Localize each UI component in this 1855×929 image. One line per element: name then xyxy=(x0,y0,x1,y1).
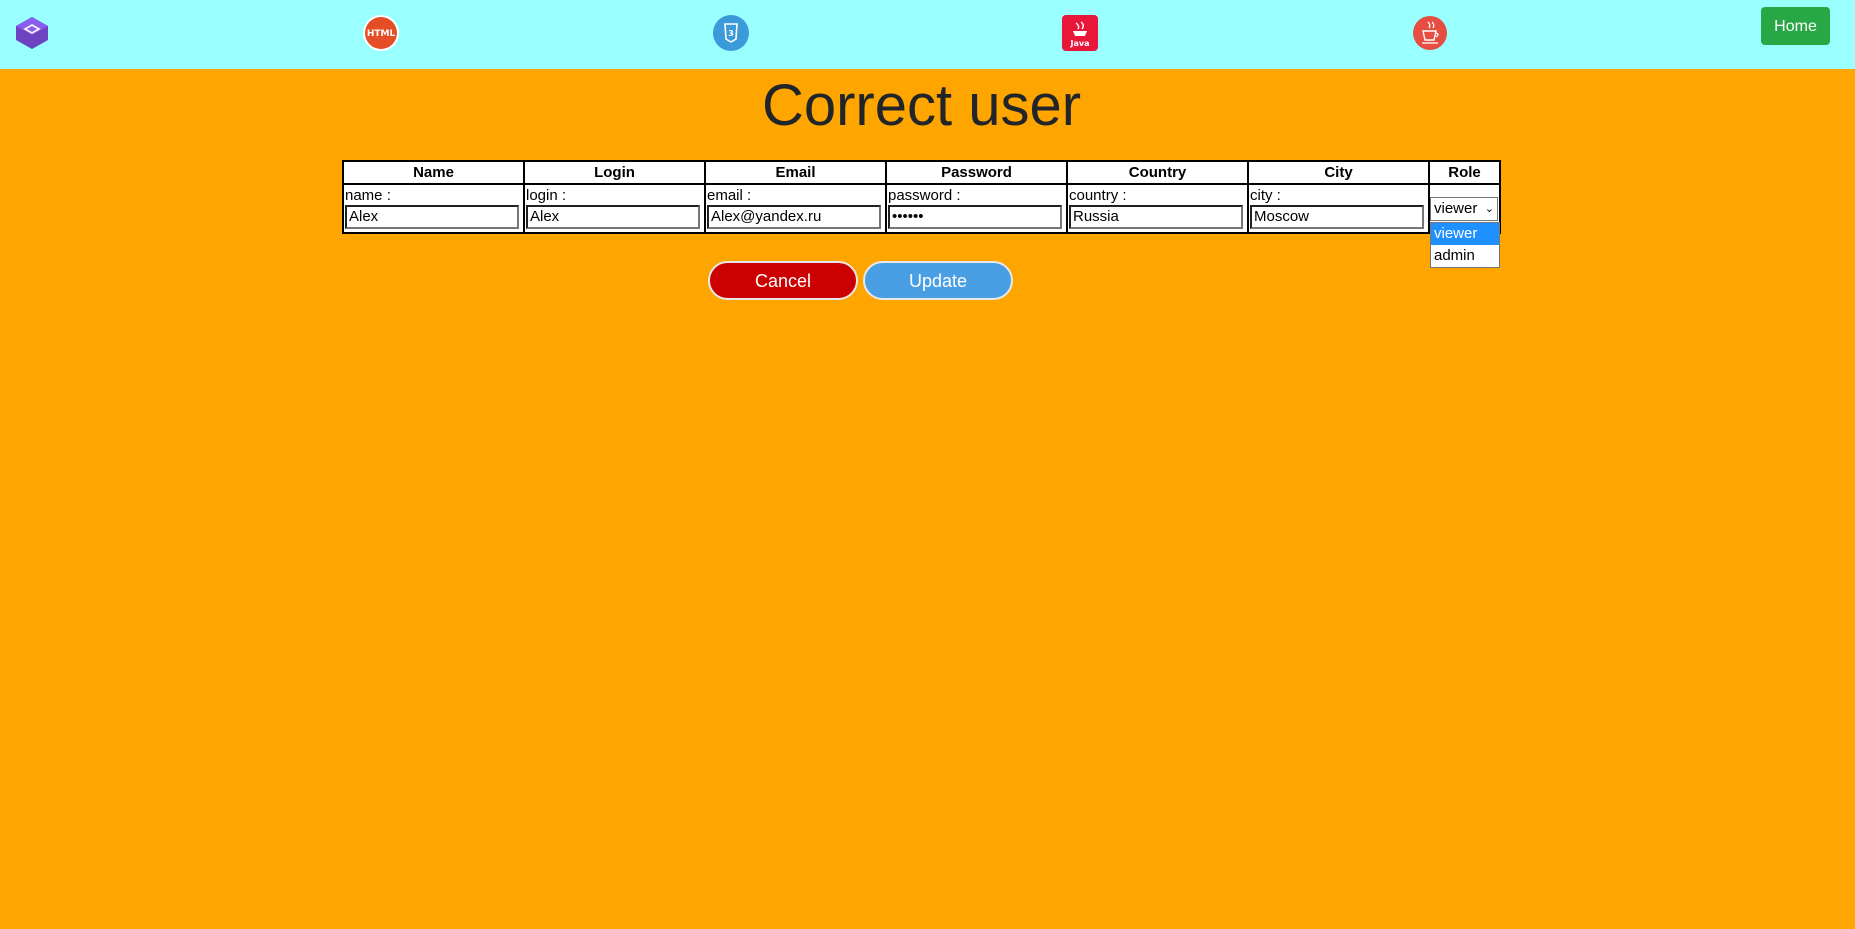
login-label: login : xyxy=(526,187,567,204)
bootstrap-icon[interactable] xyxy=(13,14,51,52)
role-selected-value: viewer xyxy=(1434,200,1478,217)
column-header-country: Country xyxy=(1067,161,1248,184)
login-field[interactable]: Alex xyxy=(526,205,700,229)
role-dropdown-list: viewer admin xyxy=(1430,222,1500,268)
country-field[interactable]: Russia xyxy=(1069,205,1243,229)
html-icon[interactable]: HTML xyxy=(362,14,400,52)
column-header-name: Name xyxy=(343,161,524,184)
user-edit-table: Name Login Email Password Country City R… xyxy=(342,160,1501,234)
role-select[interactable]: viewer ⌄ xyxy=(1430,197,1498,221)
city-label: city : xyxy=(1250,187,1281,204)
city-field[interactable]: Moscow xyxy=(1250,205,1424,229)
home-button[interactable]: Home xyxy=(1761,7,1830,45)
email-cell: email : Alex@yandex.ru xyxy=(705,184,886,233)
name-cell: name : Alex xyxy=(343,184,524,233)
column-header-login: Login xyxy=(524,161,705,184)
name-label: name : xyxy=(345,187,391,204)
cancel-button[interactable]: Cancel xyxy=(708,261,858,300)
email-label: email : xyxy=(707,187,752,204)
country-cell: country : Russia xyxy=(1067,184,1248,233)
column-header-role: Role xyxy=(1429,161,1500,184)
column-header-email: Email xyxy=(705,161,886,184)
role-option-viewer[interactable]: viewer xyxy=(1431,223,1499,245)
role-option-admin[interactable]: admin xyxy=(1431,245,1499,267)
table-header-row: Name Login Email Password Country City R… xyxy=(343,161,1500,184)
column-header-city: City xyxy=(1248,161,1429,184)
page-title: Correct user xyxy=(761,73,1082,138)
css3-icon[interactable]: 3 xyxy=(712,14,750,52)
html-logo-text: HTML xyxy=(367,29,396,39)
login-cell: login : Alex xyxy=(524,184,705,233)
java-cup-icon[interactable] xyxy=(1411,14,1449,52)
java-icon[interactable]: Java xyxy=(1061,14,1099,52)
top-navbar: HTML 3 Java Home xyxy=(0,0,1855,69)
update-button[interactable]: Update xyxy=(863,261,1013,300)
password-cell: password : •••••• xyxy=(886,184,1067,233)
email-field[interactable]: Alex@yandex.ru xyxy=(707,205,881,229)
country-label: country : xyxy=(1069,187,1127,204)
password-field[interactable]: •••••• xyxy=(888,205,1062,229)
svg-text:3: 3 xyxy=(728,29,734,38)
table-row: name : Alex login : Alex email : Alex@ya… xyxy=(343,184,1500,233)
password-label: password : xyxy=(888,187,961,204)
chevron-down-icon: ⌄ xyxy=(1484,203,1494,215)
city-cell: city : Moscow xyxy=(1248,184,1429,233)
java-logo-text: Java xyxy=(1070,39,1090,48)
name-field[interactable]: Alex xyxy=(345,205,519,229)
column-header-password: Password xyxy=(886,161,1067,184)
